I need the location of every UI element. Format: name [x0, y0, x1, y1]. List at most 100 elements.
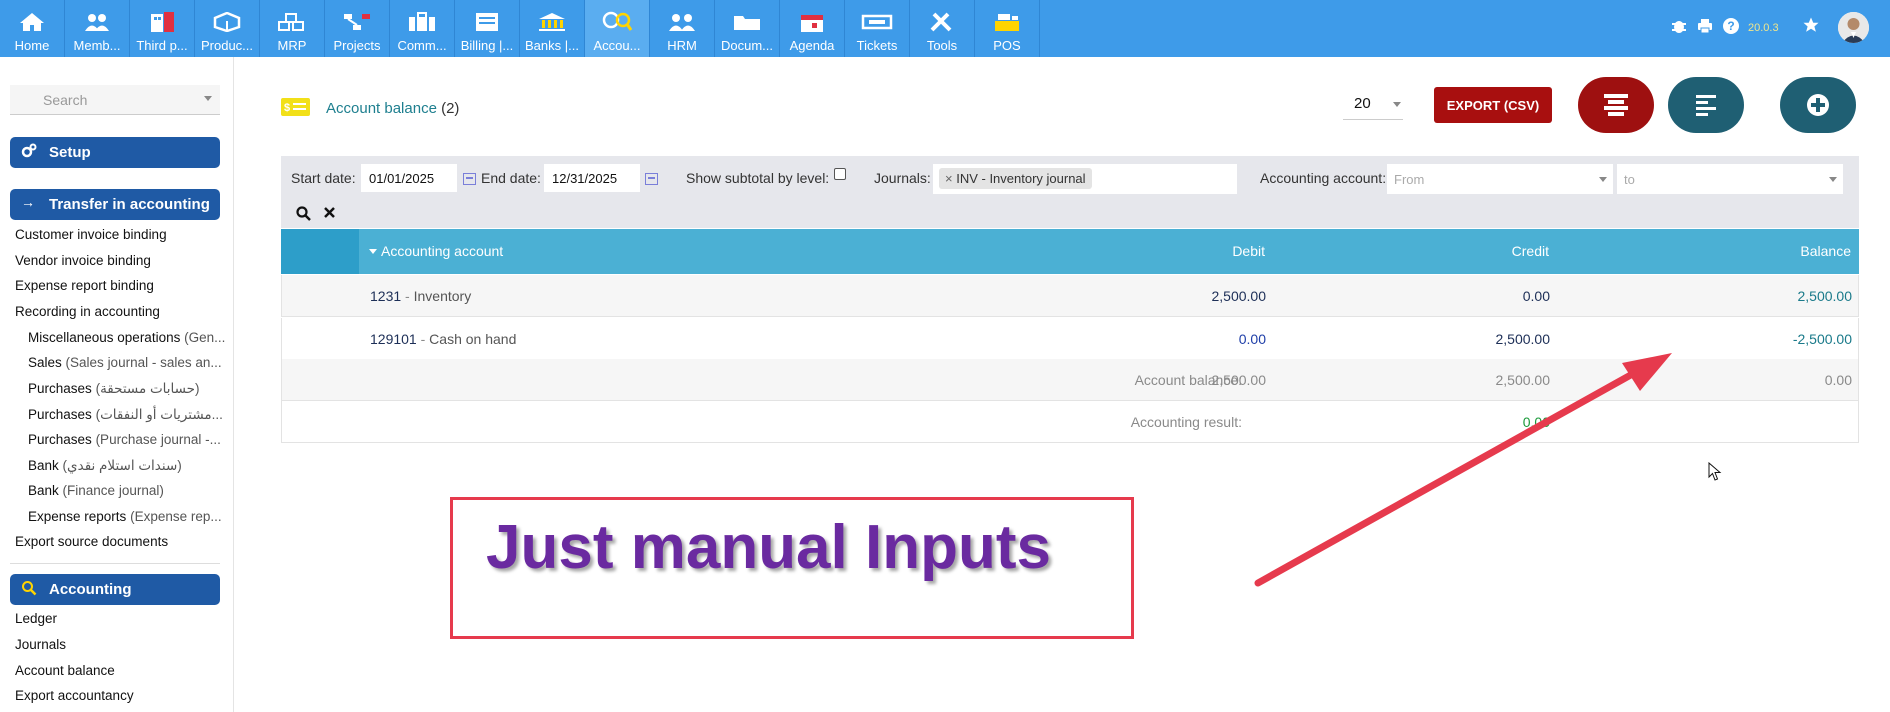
section-accounting[interactable]: Accounting	[10, 574, 220, 605]
result-label: Accounting result:	[1130, 414, 1242, 430]
menu-mrp[interactable]: MRP	[260, 0, 325, 57]
column-header-credit[interactable]: Credit	[1445, 243, 1549, 259]
menu-label: Memb...	[73, 38, 121, 53]
sidebar-item-account-balance[interactable]: Account balance	[15, 663, 115, 678]
remove-tag-icon[interactable]: ×	[945, 171, 953, 186]
column-header-debit[interactable]: Debit	[1161, 243, 1265, 259]
add-new-button[interactable]	[1780, 77, 1856, 133]
sidebar-journal-miscellaneous-operations[interactable]: Miscellaneous operations (Gen...	[28, 330, 225, 345]
sidebar-item-journals[interactable]: Journals	[15, 637, 66, 652]
menu-home[interactable]: Home	[0, 0, 65, 57]
sidebar-journal-sales[interactable]: Sales (Sales journal - sales an...	[28, 355, 222, 370]
cube-icon	[213, 8, 241, 35]
calendar-icon[interactable]	[645, 173, 658, 185]
help-icon[interactable]: ?	[1722, 17, 1740, 40]
list-view-button[interactable]	[1578, 77, 1654, 133]
search-placeholder: Search	[43, 92, 88, 108]
sidebar-item-export-source-documents[interactable]: Export source documents	[15, 534, 168, 549]
section-transfer-label: Transfer in accounting	[49, 196, 210, 213]
sort-caret-icon[interactable]	[369, 249, 377, 254]
menu-produc[interactable]: Produc...	[195, 0, 260, 57]
menu-label: Produc...	[200, 38, 254, 53]
section-setup-label: Setup	[49, 144, 91, 161]
journal-detail: (Finance journal)	[62, 483, 164, 498]
mouse-cursor-icon	[1708, 462, 1722, 481]
page-title: Account balance (2)	[326, 100, 459, 117]
sidebar-journal-purchases[interactable]: Purchases (Purchase journal -...	[28, 432, 221, 447]
balance-cell: -2,500.00	[1792, 331, 1852, 347]
section-accounting-label: Accounting	[49, 581, 132, 598]
sidebar-journal-bank[interactable]: Bank (Finance journal)	[28, 483, 164, 498]
search-input[interactable]: Search	[10, 85, 220, 115]
annotation-text: Just manual Inputs	[486, 513, 1051, 582]
page-size-value: 20	[1354, 95, 1371, 112]
svg-text:?: ?	[1727, 19, 1734, 33]
money-check-icon	[472, 8, 502, 35]
sidebar-journal-purchases[interactable]: Purchases (حسابات مستحقة)	[28, 381, 200, 397]
page-size-select[interactable]: 20	[1343, 90, 1403, 120]
sidebar-item-customer-invoice-binding[interactable]: Customer invoice binding	[15, 227, 167, 242]
filter-bar: Start date: End date: Show subtotal by l…	[281, 156, 1859, 228]
sidebar-item-vendor-invoice-binding[interactable]: Vendor invoice binding	[15, 253, 151, 268]
annotation-arrow	[1254, 353, 1672, 587]
menu-billing[interactable]: Billing |...	[455, 0, 520, 57]
group-view-button[interactable]	[1668, 77, 1744, 133]
menu-comm[interactable]: Comm...	[390, 0, 455, 57]
menu-hrm[interactable]: HRM	[650, 0, 715, 57]
start-date-input[interactable]	[361, 164, 457, 192]
menu-banks[interactable]: Banks |...	[520, 0, 585, 57]
journal-tag[interactable]: × INV - Inventory journal	[939, 168, 1092, 189]
section-transfer-in-accounting[interactable]: → Transfer in accounting	[10, 189, 220, 220]
account-cell[interactable]: 1231 - Inventory	[370, 288, 471, 304]
account-to-select[interactable]: to	[1617, 164, 1843, 194]
journals-select[interactable]: × INV - Inventory journal	[933, 164, 1237, 194]
menu-label: Banks |...	[525, 38, 579, 53]
sidebar-item-recording-in-accounting[interactable]: Recording in accounting	[15, 304, 160, 319]
journal-name: Bank	[28, 483, 59, 498]
sidebar-item-export-accountancy[interactable]: Export accountancy	[15, 688, 134, 703]
subtotal-checkbox[interactable]	[834, 168, 846, 180]
sidebar-journal-expense-reports[interactable]: Expense reports (Expense rep...	[28, 509, 222, 524]
search-dollar-icon	[21, 580, 37, 599]
chevron-down-icon[interactable]	[204, 96, 212, 101]
journal-detail: (حسابات مستحقة)	[95, 381, 200, 396]
menu-docum[interactable]: Docum...	[715, 0, 780, 57]
menu-label: Home	[14, 38, 50, 53]
table-header-spacer	[281, 229, 359, 274]
sidebar-journal-purchases[interactable]: Purchases (مشتريات أو النفقات...	[28, 407, 223, 423]
menu-projects[interactable]: Projects	[325, 0, 390, 57]
menu-accou[interactable]: Accou...	[585, 0, 650, 57]
menu-label: POS	[993, 38, 1021, 53]
menu-memb[interactable]: Memb...	[65, 0, 130, 57]
members-icon	[83, 8, 111, 35]
sidebar-item-ledger[interactable]: Ledger	[15, 611, 57, 626]
account-separator: -	[405, 288, 414, 304]
account-from-select[interactable]: From	[1387, 164, 1613, 194]
print-icon[interactable]	[1696, 17, 1714, 40]
folder-icon	[732, 8, 762, 35]
bug-icon[interactable]	[1670, 17, 1688, 40]
menu-tools[interactable]: Tools	[910, 0, 975, 57]
menu-pos[interactable]: POS	[975, 0, 1040, 57]
end-date-input[interactable]	[544, 164, 640, 192]
export-csv-button[interactable]: EXPORT (CSV)	[1434, 87, 1552, 123]
column-header-account[interactable]: Accounting account	[381, 243, 503, 259]
menu-label: Docum...	[720, 38, 773, 53]
debit-cell: 2,500.00	[1211, 288, 1267, 304]
column-header-balance[interactable]: Balance	[1751, 243, 1851, 259]
menu-third-p[interactable]: Third p...	[130, 0, 195, 57]
calendar-icon[interactable]	[463, 173, 476, 185]
menu-agenda[interactable]: Agenda	[780, 0, 845, 57]
bookmark-star-icon[interactable]	[1802, 16, 1820, 39]
clear-filter-icon[interactable]	[323, 206, 336, 224]
search-icon[interactable]	[296, 206, 311, 226]
section-setup[interactable]: Setup	[10, 137, 220, 168]
account-cell[interactable]: 129101 - Cash on hand	[370, 331, 516, 347]
menu-tickets[interactable]: Tickets	[845, 0, 910, 57]
ticket-icon	[861, 8, 893, 35]
menu-label: HRM	[667, 38, 697, 53]
menu-label: Projects	[333, 38, 381, 53]
sidebar-item-expense-report-binding[interactable]: Expense report binding	[15, 278, 154, 293]
sidebar-journal-bank[interactable]: Bank (سندات استلام نقدي)	[28, 458, 182, 474]
user-avatar[interactable]	[1838, 12, 1869, 43]
